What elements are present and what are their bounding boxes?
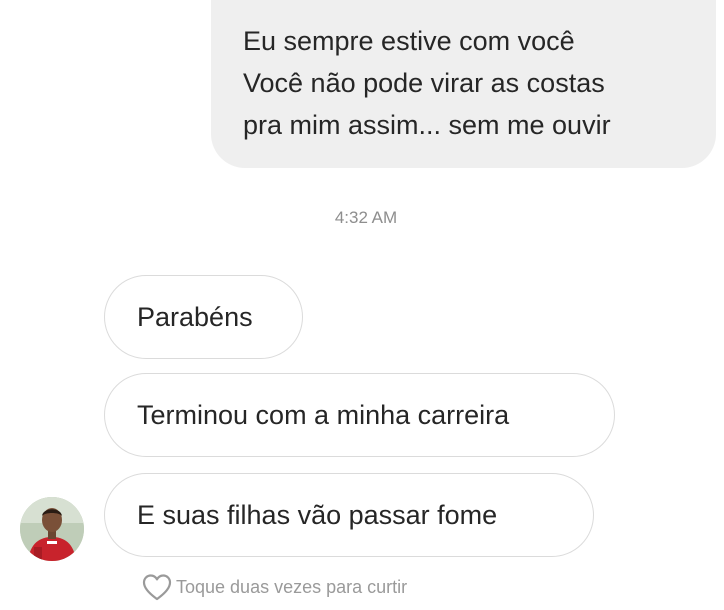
received-message-text: Parabéns [137,301,253,332]
received-message-bubble[interactable]: Terminou com a minha carreira [104,373,615,457]
received-message-bubble[interactable]: E suas filhas vão passar fome [104,473,594,557]
message-timestamp: 4:32 AM [334,208,398,227]
received-message-bubble[interactable]: Parabéns [104,275,303,359]
sent-message-bubble[interactable]: Eu sempre estive com você Você não pode … [211,0,716,168]
sender-avatar[interactable] [20,497,84,561]
received-message-text: E suas filhas vão passar fome [137,499,498,530]
avatar-image [20,497,84,561]
heart-outline-icon[interactable] [140,570,174,604]
sent-message-line: pra mim assim... sem me ouvir [243,110,611,140]
sent-message-line: Eu sempre estive com você [243,26,575,56]
double-tap-like-hint[interactable]: Toque duas vezes para curtir [140,570,407,604]
sent-message-line: Você não pode virar as costas [243,68,605,98]
received-message-text: Terminou com a minha carreira [137,399,510,430]
like-hint-text: Toque duas vezes para curtir [176,576,408,597]
